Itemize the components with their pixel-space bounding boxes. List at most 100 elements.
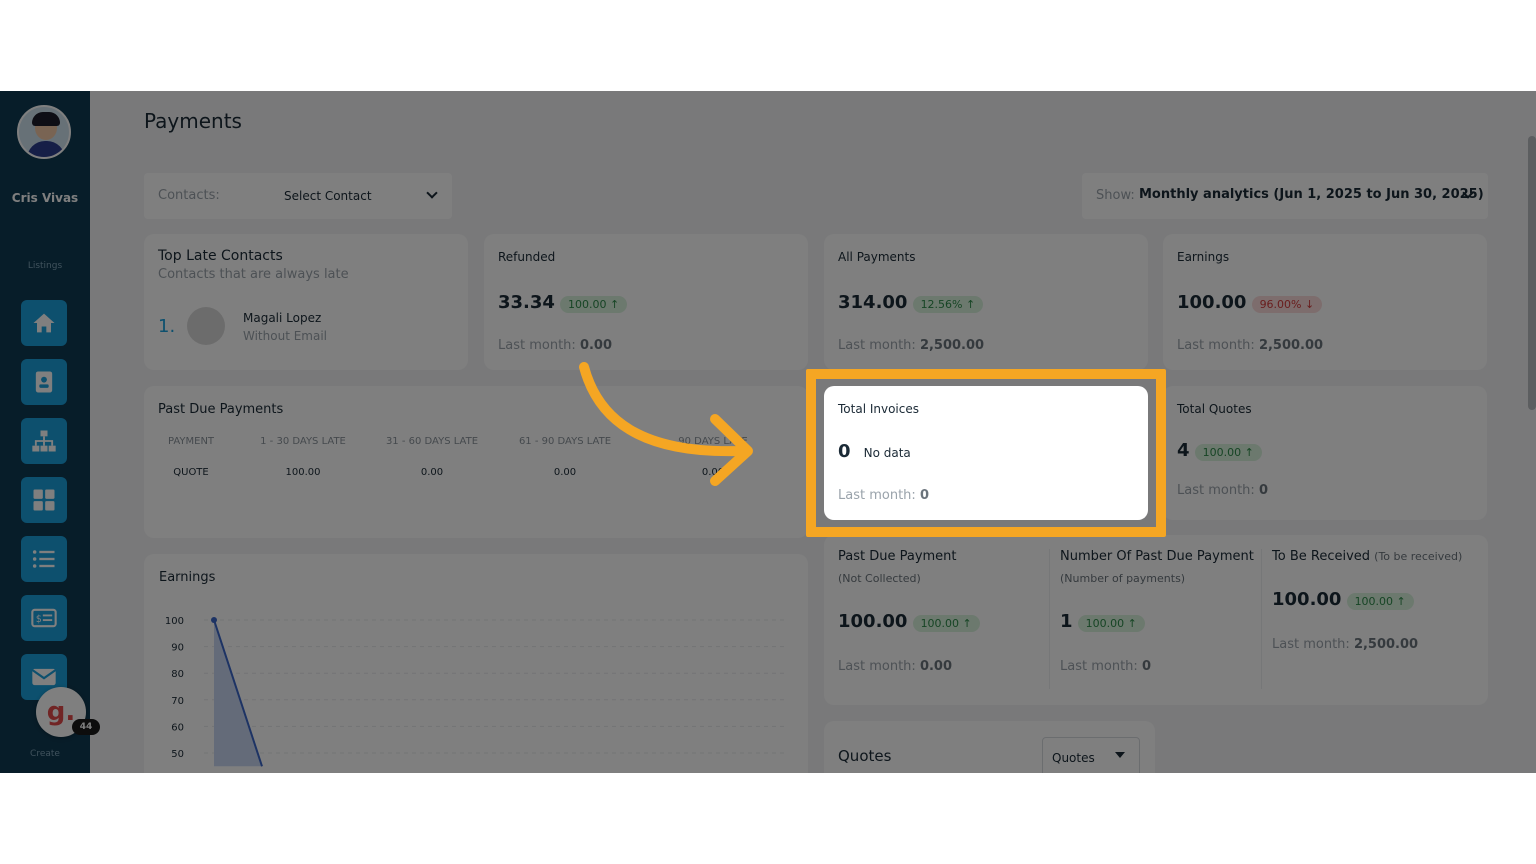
total-quotes-value: 4	[1177, 440, 1190, 461]
past-due-title: Past Due Payments	[158, 402, 284, 417]
num-past-due-badge: 100.00 ↑	[1077, 615, 1145, 632]
contact-name[interactable]: Magali Lopez	[243, 311, 321, 325]
contact-email: Without Email	[243, 329, 328, 343]
y-tick-label: 100	[165, 616, 184, 627]
list-icon	[32, 550, 55, 568]
past-due-payment-sub: (Not Collected)	[838, 572, 921, 585]
past-due-metrics-card: Past Due Payment (Not Collected) 100.00 …	[824, 535, 1488, 705]
col-header: PAYMENT	[167, 435, 215, 447]
col-header: 31 - 60 DAYS LATE	[385, 435, 479, 447]
table-cell: 100.00	[285, 466, 321, 478]
num-past-due-sub: (Number of payments)	[1060, 572, 1186, 585]
contact-card-icon	[35, 371, 53, 393]
num-past-due-last-label: Last month:	[1060, 659, 1138, 674]
sidebar: Cris Vivas Listings $ g. 44 Create	[0, 91, 100, 773]
earnings-chart-card: Earnings 100 90 80 70 60 50	[144, 554, 808, 773]
rank-number: 1.	[158, 316, 176, 337]
to-be-received-last-value: 2,500.00	[1353, 637, 1419, 652]
nav-home-button[interactable]	[21, 300, 67, 346]
refunded-last-value: 0.00	[579, 338, 613, 353]
to-be-received-last-label: Last month:	[1272, 637, 1350, 652]
nav-grid-button[interactable]	[21, 477, 67, 523]
home-icon	[33, 313, 55, 333]
show-period-dropdown[interactable]: Show: Monthly analytics (Jun 1, 2025 to …	[1082, 173, 1488, 219]
user-name: Cris Vivas	[11, 191, 79, 205]
contacts-dropdown[interactable]: Contacts: Select Contact	[144, 173, 452, 219]
top-late-contacts-card: Top Late Contacts Contacts that are alwa…	[144, 234, 468, 370]
section-label-listings: Listings	[27, 261, 63, 271]
pointer-arrow-icon	[579, 362, 753, 486]
top-late-subtitle: Contacts that are always late	[158, 267, 349, 282]
section-label-create: Create	[30, 749, 60, 759]
num-past-due-value: 1	[1060, 611, 1073, 632]
earnings-last-label: Last month:	[1177, 338, 1255, 353]
y-tick-label: 90	[171, 643, 184, 654]
chevron-down-icon	[426, 187, 438, 199]
all-payments-label: All Payments	[838, 250, 916, 264]
notification-count: 44	[72, 719, 100, 735]
all-payments-last-label: Last month:	[838, 338, 916, 353]
to-be-received-badge: 100.00 ↑	[1346, 593, 1414, 610]
earnings-value: 100.00	[1177, 292, 1247, 313]
past-due-payment-label: Past Due Payment	[838, 549, 957, 564]
nav-invoice-button[interactable]: $	[21, 595, 67, 641]
refunded-last-label: Last month:	[498, 338, 576, 353]
hierarchy-icon	[32, 430, 56, 452]
app-frame: Cris Vivas Listings $ g. 44 Create Payme…	[0, 91, 1536, 773]
refunded-card: Refunded 33.34 100.00 ↑ Last month: 0.00	[484, 234, 808, 370]
total-quotes-last-value: 0	[1258, 483, 1268, 498]
y-tick-label: 60	[171, 722, 184, 733]
past-due-payment-last-value: 0.00	[919, 659, 953, 674]
caret-down-icon	[1115, 752, 1125, 758]
total-quotes-card: Total Quotes 4 100.00 ↑ Last month: 0	[1163, 386, 1487, 520]
past-due-payment-last-label: Last month:	[838, 659, 916, 674]
past-due-payment-badge: 100.00 ↑	[912, 615, 980, 632]
nav-contacts-button[interactable]	[21, 359, 67, 405]
refunded-label: Refunded	[498, 250, 556, 264]
past-due-payment-value: 100.00	[838, 611, 908, 632]
earnings-change-badge: 96.00% ↓	[1251, 296, 1323, 313]
page-title: Payments	[144, 109, 242, 133]
col-header: 1 - 30 DAYS LATE	[260, 435, 346, 447]
highlight-frame	[806, 369, 1166, 537]
table-cell: QUOTE	[173, 466, 209, 478]
total-quotes-last-label: Last month:	[1177, 483, 1255, 498]
data-point[interactable]	[211, 617, 217, 623]
contacts-label: Contacts:	[158, 188, 220, 203]
y-tick-label: 80	[171, 669, 184, 680]
earnings-label: Earnings	[1177, 250, 1230, 264]
show-value: Monthly analytics (Jun 1, 2025 to Jun 30…	[1139, 187, 1484, 202]
contact-avatar[interactable]	[187, 307, 225, 345]
to-be-received-value: 100.00	[1272, 589, 1342, 610]
contacts-value: Select Contact	[284, 189, 372, 203]
y-tick-label: 70	[171, 696, 184, 707]
earnings-chart-title: Earnings	[159, 570, 216, 585]
quotes-select[interactable]: Quotes	[1042, 737, 1140, 773]
avatar[interactable]	[17, 105, 71, 159]
to-be-received-label: To Be Received	[1272, 549, 1371, 564]
nav-list-button[interactable]	[21, 536, 67, 582]
quotes-select-value: Quotes	[1052, 751, 1095, 765]
quotes-title: Quotes	[838, 747, 892, 765]
num-past-due-label: Number Of Past Due Payment	[1060, 549, 1254, 564]
all-payments-change-badge: 12.56% ↑	[912, 296, 984, 313]
quotes-card: Quotes Quotes	[824, 721, 1155, 773]
earnings-card: Earnings 100.00 96.00% ↓ Last month: 2,5…	[1163, 234, 1487, 370]
nav-hierarchy-button[interactable]	[21, 418, 67, 464]
scrollbar-thumb[interactable]	[1528, 136, 1536, 410]
svg-text:$: $	[36, 614, 42, 625]
all-payments-last-value: 2,500.00	[919, 338, 985, 353]
refunded-change-badge: 100.00 ↑	[560, 296, 628, 313]
to-be-received-sub: (To be received)	[1374, 550, 1463, 563]
invoice-icon: $	[31, 608, 57, 628]
total-quotes-change-badge: 100.00 ↑	[1194, 444, 1262, 461]
total-quotes-label: Total Quotes	[1177, 402, 1252, 416]
earnings-chart: 100 90 80 70 60 50	[165, 616, 784, 767]
num-past-due-last-value: 0	[1141, 659, 1151, 674]
y-tick-label: 50	[171, 749, 184, 760]
earnings-last-value: 2,500.00	[1258, 338, 1324, 353]
table-cell: 0.00	[420, 466, 444, 478]
all-payments-card: All Payments 314.00 12.56% ↑ Last month:…	[824, 234, 1148, 370]
refunded-value: 33.34	[498, 292, 555, 313]
all-payments-value: 314.00	[838, 292, 908, 313]
